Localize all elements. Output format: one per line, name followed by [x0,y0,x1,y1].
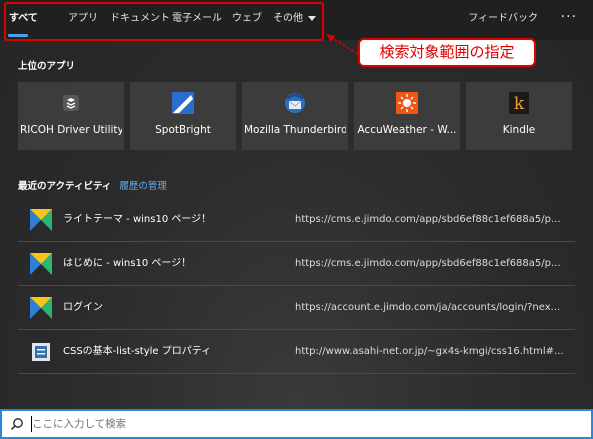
search-input[interactable] [32,415,572,433]
jimdo-icon [30,253,52,275]
activity-row[interactable]: ライトテーマ - wins10 ページ！ https://cms.e.jimdo… [18,198,575,242]
manage-history-link[interactable]: 履歴の管理 [119,181,167,192]
accuweather-icon [396,92,418,114]
activity-row[interactable]: はじめに - wins10 ページ！ https://cms.e.jimdo.c… [18,242,575,286]
recent-activity-heading: 最近のアクティビティ 履歴の管理 [18,178,167,192]
spotbright-icon [172,92,194,114]
app-tile-label: Kindle [502,124,536,136]
activity-url: http://www.asahi-net.or.jp/~gx4s-kmgi/cs… [295,346,564,357]
app-tile-label: RICOH Driver Utility [20,124,122,136]
app-tile-label: SpotBright [155,124,211,136]
taskbar-search-box[interactable] [0,409,593,439]
app-tile-accuweather[interactable]: AccuWeather - W... [354,82,460,150]
ricoh-driver-icon [63,95,79,111]
app-tile-spotbright[interactable]: SpotBright [130,82,236,150]
activity-row[interactable]: ログイン https://account.e.jimdo.com/ja/acco… [18,286,575,330]
film-page-icon [32,343,50,361]
app-tile-label: Mozilla Thunderbird [244,124,346,136]
activity-title: CSSの基本-list-style プロパティ [63,346,212,357]
activity-title: ライトテーマ - wins10 ページ！ [63,214,212,225]
scope-tabs-highlight-box [4,2,324,41]
activity-title: ログイン [63,302,103,313]
app-tile-ricoh[interactable]: RICOH Driver Utility [18,82,124,150]
search-panel: すべて アプリ ドキュメント 電子メール ウェブ その他 フィードバック ···… [0,0,593,409]
recent-activity-title: 最近のアクティビティ [18,181,112,192]
activity-title: はじめに - wins10 ページ！ [63,258,192,269]
kindle-icon: k [509,92,529,114]
jimdo-icon [30,209,52,231]
feedback-button[interactable]: フィードバック [468,0,538,37]
search-icon [10,418,23,431]
app-tile-thunderbird[interactable]: Mozilla Thunderbird [242,82,348,150]
annotation-callout: 検索対象範囲の指定 [358,38,536,67]
activity-row[interactable]: CSSの基本-list-style プロパティ http://www.asahi… [18,330,575,374]
activity-url: https://account.e.jimdo.com/ja/accounts/… [295,302,561,313]
more-options-button[interactable]: ··· [561,0,577,35]
jimdo-icon [30,297,52,319]
activity-url: https://cms.e.jimdo.com/app/sbd6ef88c1ef… [295,214,561,225]
top-apps-heading: 上位のアプリ [18,61,76,72]
app-tile-kindle[interactable]: k Kindle [466,82,572,150]
thunderbird-icon [285,93,305,113]
scope-tab-bar: すべて アプリ ドキュメント 電子メール ウェブ その他 フィードバック ··· [0,0,593,41]
app-tile-label: AccuWeather - W... [357,124,457,136]
activity-url: https://cms.e.jimdo.com/app/sbd6ef88c1ef… [295,258,561,269]
svg-text:k: k [514,94,525,114]
callout-arrow [326,34,359,55]
